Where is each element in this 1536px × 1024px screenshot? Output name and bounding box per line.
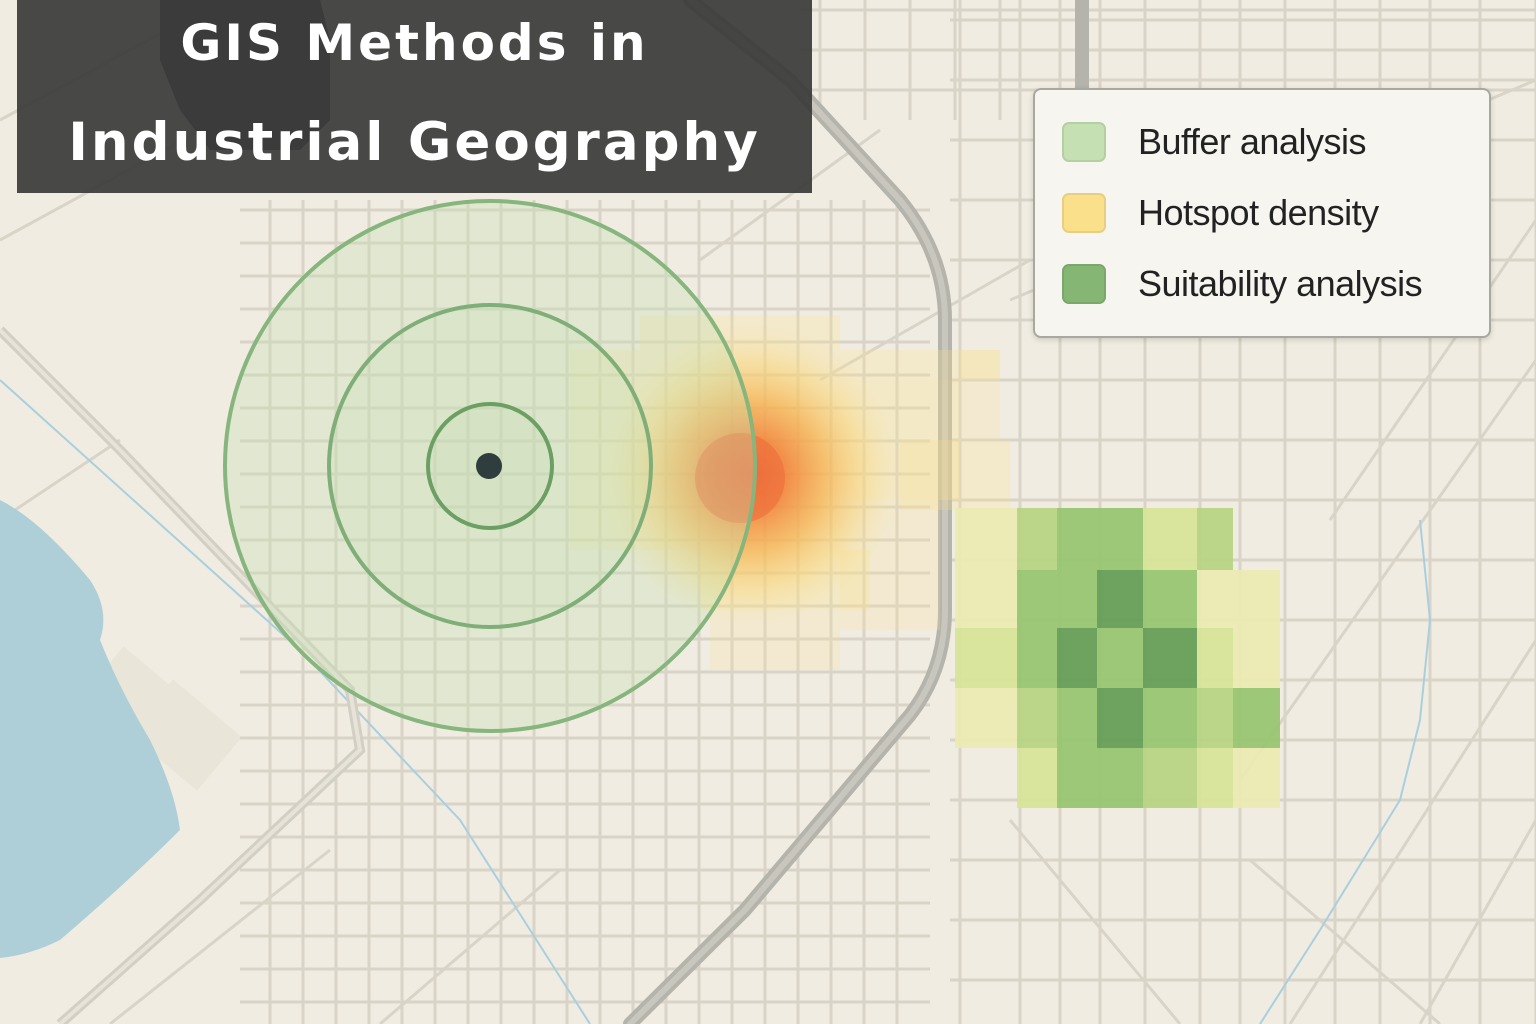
suitability-cell xyxy=(1097,570,1143,628)
suitability-cell xyxy=(1143,748,1197,808)
buffer-rings xyxy=(223,199,757,733)
suitability-swatch xyxy=(1062,264,1106,304)
suitability-cell xyxy=(1143,688,1197,748)
suitability-cell xyxy=(1197,688,1233,748)
suitability-cell xyxy=(1143,508,1197,570)
suitability-cell xyxy=(1233,748,1280,808)
title-banner: GIS Methods in Industrial Geography xyxy=(17,0,812,193)
title-line-1: GIS Methods in xyxy=(180,14,649,72)
legend-item-hotspot: Hotspot density xyxy=(1062,189,1379,237)
suitability-cell xyxy=(1233,628,1280,688)
legend-item-suitability: Suitability analysis xyxy=(1062,260,1423,308)
suitability-cell xyxy=(1197,628,1233,688)
suitability-cell xyxy=(1017,628,1057,688)
suitability-cell xyxy=(1097,508,1143,570)
suitability-cell xyxy=(955,508,1017,570)
suitability-cell xyxy=(1017,688,1057,748)
hotspot-cell xyxy=(960,350,1000,440)
suitability-cell xyxy=(1057,748,1097,808)
suitability-cell xyxy=(1197,748,1233,808)
suitability-cell xyxy=(955,570,1017,628)
legend-label: Buffer analysis xyxy=(1138,121,1366,162)
suitability-cell xyxy=(1197,508,1233,570)
legend-label: Hotspot density xyxy=(1138,192,1379,233)
suitability-cell xyxy=(1233,688,1280,748)
suitability-cell xyxy=(1057,508,1097,570)
suitability-cell xyxy=(1017,570,1057,628)
suitability-cell xyxy=(1143,570,1197,628)
legend-label: Suitability analysis xyxy=(1138,263,1423,304)
hotspot-cell xyxy=(900,440,1010,510)
title-line-2: Industrial Geography xyxy=(68,112,761,173)
suitability-cell xyxy=(1057,628,1097,688)
suitability-cell xyxy=(1097,748,1143,808)
map-legend: Buffer analysis Hotspot density Suitabil… xyxy=(1033,88,1491,338)
suitability-cell xyxy=(1143,628,1197,688)
facility-point xyxy=(476,453,502,479)
suitability-cell xyxy=(1017,748,1057,808)
suitability-cell xyxy=(1057,688,1097,748)
suitability-cell xyxy=(1097,628,1143,688)
suitability-cell xyxy=(1197,570,1233,628)
legend-item-buffer: Buffer analysis xyxy=(1062,118,1366,166)
suitability-cell xyxy=(1097,688,1143,748)
suitability-cell xyxy=(1017,508,1057,570)
suitability-cell xyxy=(1057,570,1097,628)
buffer-swatch xyxy=(1062,122,1106,162)
hotspot-swatch xyxy=(1062,193,1106,233)
suitability-cell xyxy=(955,688,1017,748)
suitability-cell xyxy=(955,628,1017,688)
suitability-cell xyxy=(1233,570,1280,628)
